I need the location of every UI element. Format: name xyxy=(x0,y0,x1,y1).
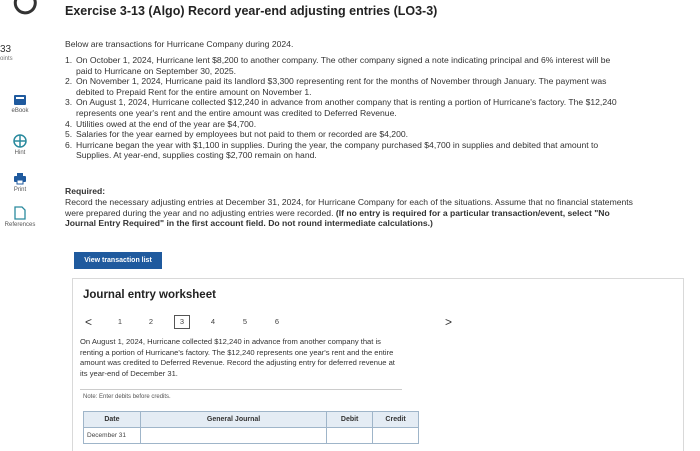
sidebar-item-print[interactable]: Print xyxy=(0,172,40,193)
journal-entry-worksheet: Journal entry worksheet < 1 2 3 4 5 6 > … xyxy=(72,278,684,451)
description-text: On August 1, 2024, Hurricane collected $… xyxy=(80,337,395,378)
sidebar-item-hint[interactable]: Hint xyxy=(0,134,40,156)
required-section: Required: Record the necessary adjusting… xyxy=(65,186,635,229)
page-tab-3[interactable]: 3 xyxy=(174,315,190,329)
sidebar-item-label: References xyxy=(4,222,36,228)
entry-note: Note: Enter debits before credits. xyxy=(83,394,171,400)
intro-text: Below are transactions for Hurricane Com… xyxy=(65,39,294,49)
column-header-general-journal: General Journal xyxy=(139,411,328,428)
hint-icon xyxy=(13,134,27,148)
column-header-date: Date xyxy=(83,411,141,428)
worksheet-title: Journal entry worksheet xyxy=(83,289,216,301)
page-tab-2[interactable]: 2 xyxy=(144,315,158,329)
journal-table: Date General Journal Debit Credit Decemb… xyxy=(83,411,419,444)
list-item: 4. Utilities owed at the end of the year … xyxy=(65,118,257,129)
page-tab-4[interactable]: 4 xyxy=(206,315,220,329)
document-icon xyxy=(14,206,26,220)
prev-arrow-icon[interactable]: < xyxy=(85,315,92,329)
list-item: 6. Hurricane began the year with $1,100 i… xyxy=(65,139,599,161)
table-row: December 31 xyxy=(83,427,419,444)
credit-cell[interactable] xyxy=(372,427,419,444)
column-header-debit: Debit xyxy=(326,411,374,428)
sidebar-item-ebook[interactable]: eBook xyxy=(0,94,40,114)
page-tab-5[interactable]: 5 xyxy=(238,315,252,329)
points-value: 33 xyxy=(0,44,12,55)
sidebar-item-label: eBook xyxy=(11,108,29,114)
list-item: 1. On October 1, 2024, Hurricane lent $8,… xyxy=(65,55,611,76)
page-tab-6[interactable]: 6 xyxy=(270,315,284,329)
next-arrow-icon[interactable]: > xyxy=(445,315,452,329)
list-item: 2. On November 1, 2024, Hurricane paid it… xyxy=(65,76,607,97)
sidebar-item-references[interactable]: References xyxy=(0,206,40,228)
worksheet-pager: < 1 2 3 4 5 6 > xyxy=(83,315,683,329)
points-label: oints xyxy=(0,56,13,62)
sidebar-item-label: Print xyxy=(13,187,27,193)
divider xyxy=(80,389,402,390)
page-tab-1[interactable]: 1 xyxy=(113,315,127,329)
list-item: 3. On August 1, 2024, Hurricane collected… xyxy=(65,97,617,118)
printer-icon xyxy=(14,173,26,185)
debit-cell[interactable] xyxy=(326,427,374,444)
points-display: 33 oints xyxy=(0,44,16,63)
sidebar: 33 oints eBook Hint Print References xyxy=(0,0,52,450)
date-cell[interactable]: December 31 xyxy=(83,427,141,444)
transaction-list: 1. On October 1, 2024, Hurricane lent $8,… xyxy=(65,55,625,161)
list-item: 5. Salaries for the year earned by employ… xyxy=(65,129,409,140)
transaction-description: On August 1, 2024, Hurricane collected $… xyxy=(80,337,402,390)
page-title: Exercise 3-13 (Algo) Record year-end adj… xyxy=(65,4,438,18)
logo-icon xyxy=(13,0,37,15)
account-cell[interactable] xyxy=(139,427,328,444)
column-header-credit: Credit xyxy=(372,411,419,428)
sidebar-item-label: Hint xyxy=(14,150,26,156)
book-icon xyxy=(14,95,26,105)
required-heading: Required: xyxy=(65,186,106,196)
view-transaction-list-button[interactable]: View transaction list xyxy=(74,252,162,269)
